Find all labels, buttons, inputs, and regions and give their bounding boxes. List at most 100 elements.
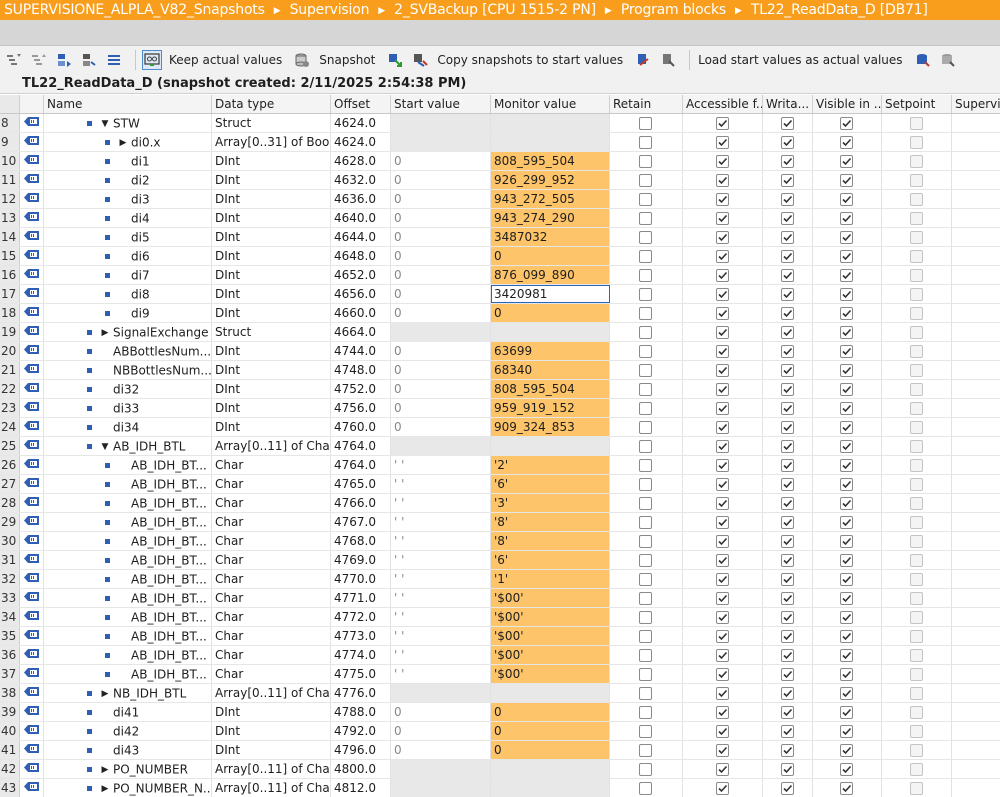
datatype-cell[interactable]: Struct (212, 114, 331, 132)
table-row[interactable]: 15 di6 DInt 4648.0 0 0 (0, 247, 1000, 266)
name-cell[interactable]: AB_IDH_BT... (44, 513, 212, 531)
monitor-value-cell[interactable] (491, 684, 610, 702)
start-value-cell[interactable] (391, 133, 491, 151)
start-value-cell[interactable]: 0 (391, 342, 491, 360)
accessible-checkbox[interactable] (715, 516, 729, 529)
expand-open-icon[interactable]: ▼ (100, 438, 110, 456)
name-cell[interactable]: AB_IDH_BT... (44, 532, 212, 550)
expand-closed-icon[interactable]: ▶ (100, 761, 110, 779)
datatype-cell[interactable]: Array[0..11] of Char (212, 684, 331, 702)
table-row[interactable]: 25 ▼ AB_IDH_BTL Array[0..11] of Char 4764.0 (0, 437, 1000, 456)
load-snapshot-icon[interactable] (633, 50, 653, 70)
datatype-cell[interactable]: DInt (212, 171, 331, 189)
column-header-accessible[interactable]: Accessible f... (683, 95, 763, 113)
visible-checkbox[interactable] (840, 706, 853, 719)
accessible-checkbox[interactable] (715, 706, 729, 719)
retain-checkbox[interactable] (639, 136, 652, 149)
retain-checkbox[interactable] (639, 440, 652, 453)
expand-closed-icon[interactable]: ▶ (100, 685, 110, 703)
accessible-checkbox[interactable] (715, 554, 729, 567)
writable-checkbox[interactable] (780, 630, 794, 643)
breadcrumb-item[interactable]: 2_SVBackup [CPU 1515-2 PN] (394, 2, 596, 18)
datatype-cell[interactable]: DInt (212, 228, 331, 246)
datatype-cell[interactable]: Char (212, 646, 331, 664)
monitor-value-cell[interactable]: 943_274_290 (491, 209, 610, 227)
monitor-value-cell[interactable] (491, 133, 610, 151)
retain-checkbox[interactable] (639, 212, 652, 225)
visible-checkbox[interactable] (840, 440, 853, 453)
accessible-checkbox[interactable] (715, 440, 729, 453)
name-cell[interactable]: AB_IDH_BT... (44, 456, 212, 474)
name-cell[interactable]: di34 (44, 418, 212, 436)
datatype-cell[interactable]: DInt (212, 304, 331, 322)
datatype-cell[interactable]: DInt (212, 209, 331, 227)
datatype-cell[interactable]: Char (212, 627, 331, 645)
name-cell[interactable]: di32 (44, 380, 212, 398)
retain-checkbox[interactable] (639, 782, 652, 795)
start-value-cell[interactable] (391, 760, 491, 778)
start-value-cell[interactable]: ' ' (391, 589, 491, 607)
name-cell[interactable]: AB_IDH_BT... (44, 494, 212, 512)
column-header-visible[interactable]: Visible in ... (813, 95, 882, 113)
visible-checkbox[interactable] (840, 497, 853, 510)
accessible-checkbox[interactable] (715, 421, 729, 434)
monitor-value-cell[interactable]: '6' (491, 551, 610, 569)
visible-checkbox[interactable] (840, 174, 853, 187)
name-cell[interactable]: di33 (44, 399, 212, 417)
writable-checkbox[interactable] (780, 706, 794, 719)
writable-checkbox[interactable] (780, 364, 794, 377)
datatype-cell[interactable]: DInt (212, 190, 331, 208)
breadcrumb-item[interactable]: Supervision (290, 2, 370, 18)
retain-checkbox[interactable] (639, 288, 652, 301)
writable-checkbox[interactable] (780, 478, 794, 491)
start-value-cell[interactable]: 0 (391, 304, 491, 322)
datatype-cell[interactable]: Char (212, 551, 331, 569)
monitor-value-cell[interactable]: '$00' (491, 627, 610, 645)
table-row[interactable]: 30 AB_IDH_BT... Char 4768.0 ' ' '8' (0, 532, 1000, 551)
accessible-checkbox[interactable] (715, 459, 729, 472)
table-row[interactable]: 21 NBBottlesNum... DInt 4748.0 0 68340 (0, 361, 1000, 380)
monitor-value-cell[interactable]: '$00' (491, 589, 610, 607)
expand-open-icon[interactable]: ▼ (100, 115, 110, 133)
retain-checkbox[interactable] (639, 364, 652, 377)
visible-checkbox[interactable] (840, 193, 853, 206)
writable-checkbox[interactable] (780, 668, 794, 681)
datatype-cell[interactable]: Array[0..11] of Char (212, 760, 331, 778)
name-cell[interactable]: AB_IDH_BT... (44, 646, 212, 664)
accessible-checkbox[interactable] (715, 782, 729, 795)
writable-checkbox[interactable] (780, 288, 794, 301)
expand-closed-icon[interactable]: ▶ (118, 134, 128, 152)
table-row[interactable]: 41 di43 DInt 4796.0 0 0 (0, 741, 1000, 760)
visible-checkbox[interactable] (840, 630, 853, 643)
accessible-checkbox[interactable] (715, 288, 729, 301)
writable-checkbox[interactable] (780, 250, 794, 263)
snapshot-button[interactable]: Snapshot (319, 53, 375, 67)
retain-checkbox[interactable] (639, 649, 652, 662)
table-row[interactable]: 24 di34 DInt 4760.0 0 909_324_853 (0, 418, 1000, 437)
writable-checkbox[interactable] (780, 497, 794, 510)
column-header-offset[interactable]: Offset (331, 95, 391, 113)
accessible-checkbox[interactable] (715, 307, 729, 320)
copy-snapshots-button[interactable]: Copy snapshots to start values (437, 53, 623, 67)
writable-checkbox[interactable] (780, 535, 794, 548)
table-row[interactable]: 11 di2 DInt 4632.0 0 926_299_952 (0, 171, 1000, 190)
accessible-checkbox[interactable] (715, 364, 729, 377)
retain-checkbox[interactable] (639, 573, 652, 586)
column-header-retain[interactable]: Retain (610, 95, 683, 113)
accessible-checkbox[interactable] (715, 573, 729, 586)
writable-checkbox[interactable] (780, 554, 794, 567)
writable-checkbox[interactable] (780, 611, 794, 624)
retain-checkbox[interactable] (639, 687, 652, 700)
writable-checkbox[interactable] (780, 744, 794, 757)
start-value-cell[interactable]: 0 (391, 266, 491, 284)
visible-checkbox[interactable] (840, 155, 853, 168)
retain-checkbox[interactable] (639, 250, 652, 263)
retain-checkbox[interactable] (639, 459, 652, 472)
snapshot-icon[interactable] (292, 50, 312, 70)
monitor-value-cell[interactable]: 959_919_152 (491, 399, 610, 417)
name-cell[interactable]: ▼ STW (44, 114, 212, 132)
start-value-cell[interactable] (391, 323, 491, 341)
start-value-cell[interactable]: ' ' (391, 551, 491, 569)
accessible-checkbox[interactable] (715, 763, 729, 776)
start-value-cell[interactable]: 0 (391, 380, 491, 398)
